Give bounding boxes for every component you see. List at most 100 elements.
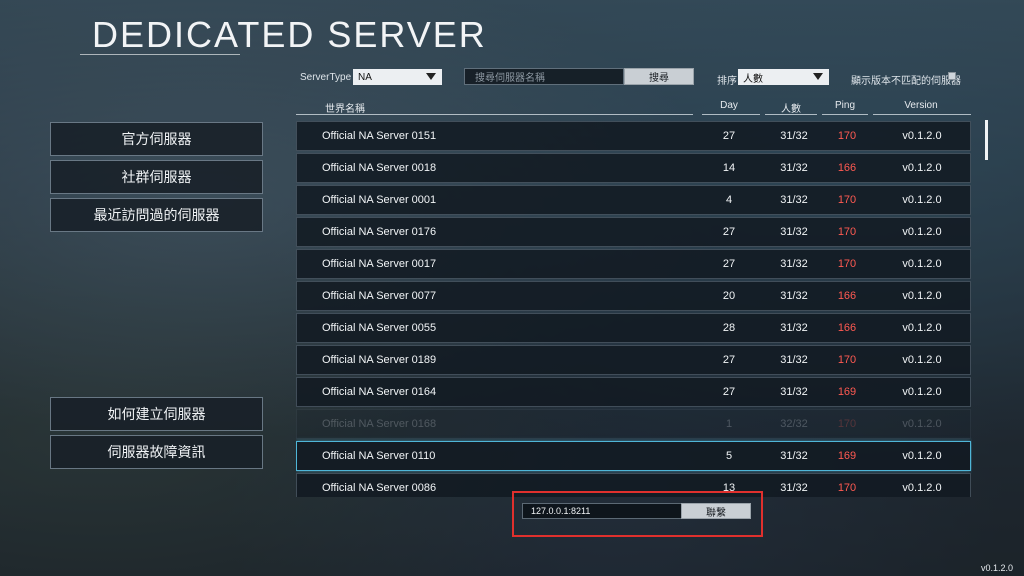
server-version: v0.1.2.0	[902, 418, 942, 430]
header-world-name[interactable]: 世界名稱	[325, 100, 365, 115]
server-name: Official NA Server 0018	[322, 162, 437, 174]
annotation-highlight-box	[512, 491, 763, 537]
server-version: v0.1.2.0	[902, 194, 942, 206]
server-day: 14	[722, 162, 736, 174]
header-divider	[296, 114, 693, 115]
server-name: Official NA Server 0110	[322, 450, 436, 462]
server-ping: 170	[837, 130, 857, 142]
server-version: v0.1.2.0	[902, 450, 942, 462]
server-ping: 166	[837, 162, 857, 174]
server-version: v0.1.2.0	[902, 130, 942, 142]
search-button[interactable]: 搜尋	[624, 68, 694, 85]
recent-servers-button[interactable]: 最近訪問過的伺服器	[50, 198, 263, 232]
server-version: v0.1.2.0	[902, 386, 942, 398]
server-day: 27	[722, 386, 736, 398]
header-divider	[873, 114, 971, 115]
version-mismatch-checkbox[interactable]	[948, 72, 956, 80]
server-name: Official NA Server 0077	[322, 290, 437, 302]
header-divider	[702, 114, 760, 115]
server-day: 27	[722, 354, 736, 366]
server-version: v0.1.2.0	[902, 322, 942, 334]
server-players: 32/32	[780, 418, 808, 430]
server-ping: 170	[837, 354, 857, 366]
server-day: 20	[722, 290, 736, 302]
server-row-selected[interactable]: Official NA Server 0110 5 31/32 169 v0.1…	[296, 441, 971, 471]
server-players: 31/32	[780, 290, 808, 302]
title-underline	[80, 54, 240, 55]
server-row[interactable]: Official NA Server 0077 20 31/32 166 v0.…	[296, 281, 971, 311]
server-name: Official NA Server 0151	[322, 130, 437, 142]
server-name: Official NA Server 0189	[322, 354, 437, 366]
server-ping: 170	[837, 418, 857, 430]
header-version[interactable]: Version	[885, 100, 957, 111]
server-name: Official NA Server 0164	[322, 386, 437, 398]
server-name: Official NA Server 0086	[322, 482, 437, 494]
server-ping: 170	[837, 258, 857, 270]
server-row-full[interactable]: Official NA Server 0168 1 32/32 170 v0.1…	[296, 409, 971, 439]
sort-label: 排序	[717, 76, 737, 87]
server-name: Official NA Server 0168	[322, 418, 437, 430]
server-day: 27	[722, 226, 736, 238]
server-row[interactable]: Official NA Server 0017 27 31/32 170 v0.…	[296, 249, 971, 279]
server-players: 31/32	[780, 354, 808, 366]
server-row[interactable]: Official NA Server 0018 14 31/32 166 v0.…	[296, 153, 971, 183]
server-version: v0.1.2.0	[902, 226, 942, 238]
sort-dropdown[interactable]: 人數	[738, 69, 829, 85]
sort-value: 人數	[743, 73, 763, 85]
server-version: v0.1.2.0	[902, 482, 942, 494]
server-day: 4	[725, 194, 733, 206]
server-ping: 166	[837, 290, 857, 302]
server-version: v0.1.2.0	[902, 162, 942, 174]
server-name: Official NA Server 0017	[322, 258, 437, 270]
server-type-value: NA	[358, 71, 372, 83]
server-row[interactable]: Official NA Server 0189 27 31/32 170 v0.…	[296, 345, 971, 375]
server-version: v0.1.2.0	[902, 354, 942, 366]
server-row[interactable]: Official NA Server 0055 28 31/32 166 v0.…	[296, 313, 971, 343]
server-players: 31/32	[780, 450, 808, 462]
server-name: Official NA Server 0055	[322, 322, 437, 334]
server-players: 31/32	[780, 322, 808, 334]
header-divider	[765, 114, 817, 115]
server-row[interactable]: Official NA Server 0176 27 31/32 170 v0.…	[296, 217, 971, 247]
header-ping[interactable]: Ping	[822, 100, 868, 111]
server-players: 31/32	[780, 194, 808, 206]
server-ping: 170	[837, 226, 857, 238]
header-day[interactable]: Day	[710, 100, 748, 111]
server-ping: 166	[837, 322, 857, 334]
server-list: Official NA Server 0151 27 31/32 170 v0.…	[296, 121, 972, 497]
server-row[interactable]: Official NA Server 0151 27 31/32 170 v0.…	[296, 121, 971, 151]
server-name: Official NA Server 0001	[322, 194, 437, 206]
server-row[interactable]: Official NA Server 0001 4 31/32 170 v0.1…	[296, 185, 971, 215]
server-ping: 169	[837, 450, 857, 462]
server-day: 1	[725, 418, 733, 430]
page-title: DEDICATED SERVER	[92, 14, 487, 55]
version-mismatch-label: 顯示版本不匹配的伺服器	[851, 76, 961, 87]
server-type-label: ServerType	[300, 72, 352, 83]
server-name: Official NA Server 0176	[322, 226, 437, 238]
header-players[interactable]: 人數	[768, 100, 814, 115]
server-ping: 170	[837, 482, 857, 494]
server-troubleshooting-button[interactable]: 伺服器故障資訊	[50, 435, 263, 469]
how-to-build-server-button[interactable]: 如何建立伺服器	[50, 397, 263, 431]
server-players: 31/32	[780, 482, 808, 494]
server-ping: 170	[837, 194, 857, 206]
chevron-down-icon	[813, 73, 823, 80]
server-day: 5	[725, 450, 733, 462]
search-placeholder: 搜尋伺服器名稱	[475, 73, 545, 84]
chevron-down-icon	[426, 73, 436, 80]
server-day: 28	[722, 322, 736, 334]
server-ping: 169	[837, 386, 857, 398]
community-servers-button[interactable]: 社群伺服器	[50, 160, 263, 194]
server-players: 31/32	[780, 226, 808, 238]
game-version: v0.1.2.0	[980, 563, 1013, 573]
search-input[interactable]: 搜尋伺服器名稱	[464, 68, 624, 85]
server-list-scrollbar[interactable]	[985, 120, 988, 160]
server-players: 31/32	[780, 130, 808, 142]
server-row[interactable]: Official NA Server 0164 27 31/32 169 v0.…	[296, 377, 971, 407]
server-type-dropdown[interactable]: NA	[353, 69, 442, 85]
header-divider	[822, 114, 868, 115]
server-day: 27	[722, 130, 736, 142]
server-players: 31/32	[780, 162, 808, 174]
server-players: 31/32	[780, 258, 808, 270]
official-servers-button[interactable]: 官方伺服器	[50, 122, 263, 156]
